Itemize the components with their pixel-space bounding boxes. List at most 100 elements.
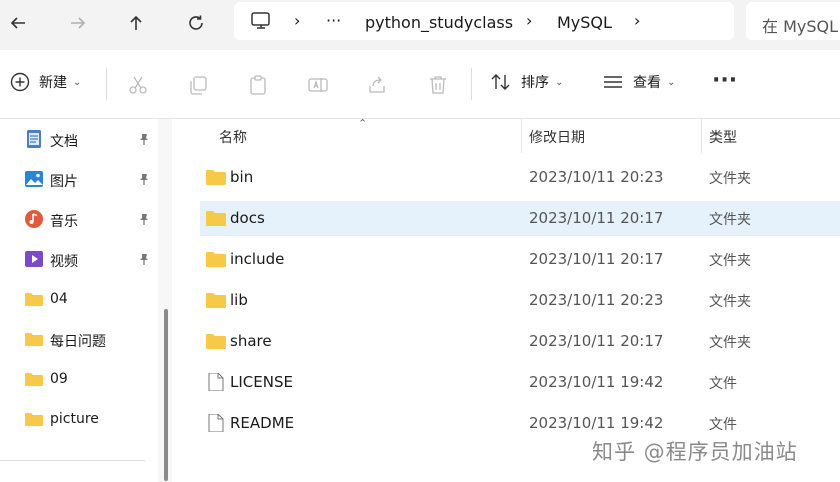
sidebar-item-label: 09: [50, 371, 68, 387]
sidebar-item-09[interactable]: 09: [0, 360, 160, 400]
search-placeholder: 在 MySQL: [762, 17, 839, 36]
video-icon: [25, 251, 43, 267]
back-button[interactable]: [2, 8, 34, 38]
file-type: 文件夹: [709, 171, 751, 187]
file-name: share: [230, 332, 272, 350]
pin-icon: [138, 173, 150, 189]
column-divider[interactable]: [701, 119, 702, 153]
file-modified: 2023/10/11 20:17: [529, 332, 664, 350]
breadcrumb[interactable]: › ··· python_studyclass › MySQL ›: [234, 2, 734, 40]
sidebar-item-daily-questions[interactable]: 每日问题: [0, 320, 160, 360]
breadcrumb-separator: ›: [526, 11, 533, 30]
up-button[interactable]: [120, 8, 152, 38]
rename-icon[interactable]: [307, 74, 329, 96]
paste-icon[interactable]: [247, 74, 269, 96]
file-modified: 2023/10/11 20:17: [529, 250, 664, 268]
pin-icon: [138, 213, 150, 229]
column-header-type[interactable]: 类型: [709, 127, 737, 147]
sort-label: 排序: [521, 75, 549, 91]
sidebar-item-04[interactable]: 04: [0, 280, 160, 320]
file-type: 文件: [709, 417, 737, 433]
file-type: 文件夹: [709, 335, 751, 351]
arrow-right-icon: [71, 17, 86, 29]
file-icon: [208, 414, 224, 432]
sort-icon: [491, 74, 510, 90]
table-row[interactable]: LICENSE 2023/10/11 19:42 文件: [200, 365, 840, 400]
sidebar-scrollbar-thumb[interactable]: [164, 309, 168, 481]
chevron-down-icon: ⌄: [667, 76, 676, 88]
file-modified: 2023/10/11 20:23: [529, 168, 664, 186]
sidebar-item-label: picture: [50, 411, 99, 427]
file-name: lib: [230, 291, 248, 309]
folder-icon: [25, 293, 43, 306]
arrow-up-icon: [130, 15, 142, 30]
delete-icon[interactable]: [427, 74, 449, 96]
breadcrumb-item-mysql[interactable]: MySQL: [557, 13, 612, 32]
more-icon: ···: [712, 68, 738, 93]
table-row[interactable]: include 2023/10/11 20:17 文件夹: [200, 242, 840, 277]
cut-icon[interactable]: [127, 74, 149, 96]
breadcrumb-item-python-studyclass[interactable]: python_studyclass: [365, 13, 513, 32]
new-button[interactable]: 新建 ⌄: [10, 72, 81, 92]
column-header-modified[interactable]: 修改日期: [529, 127, 585, 147]
file-modified: 2023/10/11 19:42: [529, 414, 664, 432]
file-icon: [208, 373, 224, 391]
toolbar-divider: [106, 68, 107, 100]
sidebar-divider: [0, 460, 146, 461]
share-icon[interactable]: [367, 74, 389, 96]
file-list: ⌃ 名称 修改日期 类型 bin 2023/10/11 20:23 文件夹 do…: [178, 117, 840, 482]
new-label: 新建: [39, 75, 67, 91]
folder-icon: [25, 333, 43, 346]
pictures-icon: [25, 171, 43, 187]
sidebar-item-music[interactable]: 音乐: [0, 200, 160, 240]
sidebar-item-label: 文档: [50, 134, 78, 150]
toolbar-divider: [471, 68, 472, 100]
pin-icon: [138, 133, 150, 149]
computer-icon: [251, 12, 270, 29]
breadcrumb-separator: ›: [294, 11, 301, 30]
file-type: 文件夹: [709, 212, 751, 228]
chevron-down-icon: ⌄: [73, 76, 82, 88]
file-name: bin: [230, 168, 254, 186]
sidebar-item-label: 每日问题: [50, 334, 106, 350]
breadcrumb-overflow-button[interactable]: ···: [326, 11, 341, 30]
list-view-icon: [604, 76, 622, 88]
folder-icon: [25, 413, 43, 426]
chevron-down-icon: ⌄: [555, 76, 564, 88]
view-button[interactable]: 查看 ⌄: [603, 72, 675, 92]
folder-icon: [206, 293, 226, 308]
file-modified: 2023/10/11 20:23: [529, 291, 664, 309]
table-row[interactable]: share 2023/10/11 20:17 文件夹: [200, 324, 840, 359]
table-row[interactable]: lib 2023/10/11 20:23 文件夹: [200, 283, 840, 318]
file-name: LICENSE: [230, 373, 293, 391]
sidebar-item-documents[interactable]: 文档: [0, 120, 160, 160]
sidebar-item-pictures[interactable]: 图片: [0, 160, 160, 200]
sidebar-item-label: 音乐: [50, 214, 78, 230]
folder-icon: [206, 252, 226, 267]
sidebar-item-picture[interactable]: picture: [0, 400, 160, 440]
more-options-button[interactable]: ···: [712, 68, 737, 93]
copy-icon[interactable]: [187, 74, 209, 96]
document-icon: [27, 130, 41, 148]
column-header-name[interactable]: 名称: [219, 127, 247, 147]
file-name: docs: [230, 209, 265, 227]
table-row[interactable]: docs 2023/10/11 20:17 文件夹: [200, 201, 840, 236]
sort-ascending-indicator: ⌃: [358, 117, 368, 130]
sidebar-item-videos[interactable]: 视频: [0, 240, 160, 280]
file-name: include: [230, 250, 285, 268]
watermark: 知乎 @程序员加油站: [592, 440, 798, 464]
table-row[interactable]: bin 2023/10/11 20:23 文件夹: [200, 160, 840, 195]
sidebar-item-label: 视频: [50, 254, 78, 270]
pin-icon: [138, 253, 150, 269]
file-type: 文件夹: [709, 253, 751, 269]
search-input[interactable]: 在 MySQL: [746, 2, 840, 40]
forward-button[interactable]: [62, 8, 94, 38]
file-name: README: [230, 414, 295, 432]
sidebar-item-label: 04: [50, 291, 68, 307]
sort-button[interactable]: 排序 ⌄: [490, 72, 563, 92]
column-divider[interactable]: [521, 119, 522, 153]
navigation-pane: 文档 图片 音乐 视频 04 每日问题 09 picture: [0, 119, 172, 482]
file-modified: 2023/10/11 19:42: [529, 373, 664, 391]
refresh-button[interactable]: [180, 8, 212, 38]
address-row: › ··· python_studyclass › MySQL › 在 MySQ…: [0, 0, 840, 50]
